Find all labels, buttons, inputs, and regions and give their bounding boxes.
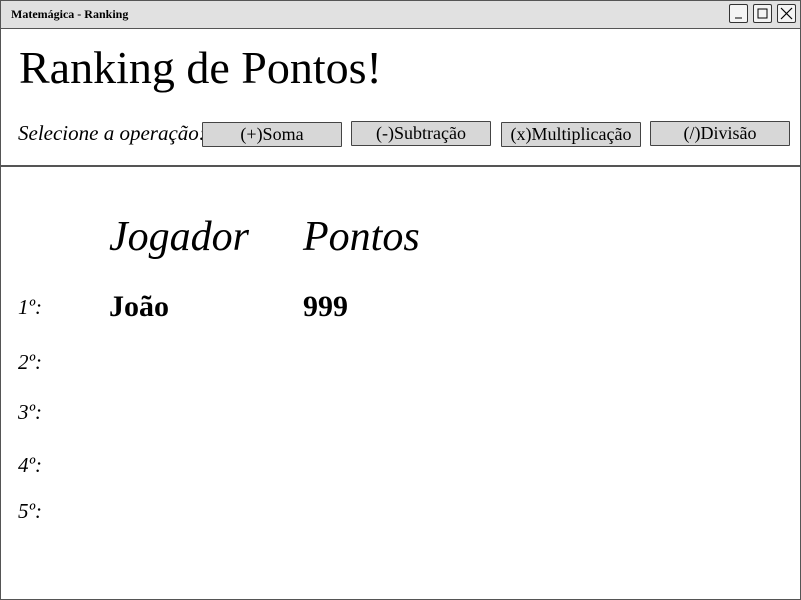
rank-label-4: 4º: [18,453,43,477]
rank-1-player: João [109,290,169,323]
page-title: Ranking de Pontos! [19,42,382,93]
minimize-button[interactable] [729,4,748,23]
rank-1-points: 999 [303,290,348,323]
app-window: Matemágica - Ranking Ranking de Pontos! … [0,0,801,600]
sum-button[interactable]: (+)Soma [202,122,342,147]
points-column-header: Pontos [303,214,420,260]
subtraction-button[interactable]: (-)Subtração [351,121,491,146]
rank-label-2: 2º: [18,350,43,374]
title-bar[interactable]: Matemágica - Ranking [1,1,800,29]
maximize-button[interactable] [753,4,772,23]
maximize-icon [757,8,768,19]
close-button[interactable] [777,4,796,23]
multiplication-button[interactable]: (x)Multiplicação [501,122,641,147]
rank-label-1: 1º: [18,295,43,319]
window-title: Matemágica - Ranking [11,7,129,21]
header-divider [1,165,801,167]
division-button[interactable]: (/)Divisão [650,121,790,146]
minimize-icon [735,17,742,19]
operation-label: Selecione a operação: [18,121,206,145]
player-column-header: Jogador [109,214,249,260]
close-icon [780,7,793,20]
rank-label-3: 3º: [18,400,43,424]
rank-label-5: 5º: [18,499,43,523]
